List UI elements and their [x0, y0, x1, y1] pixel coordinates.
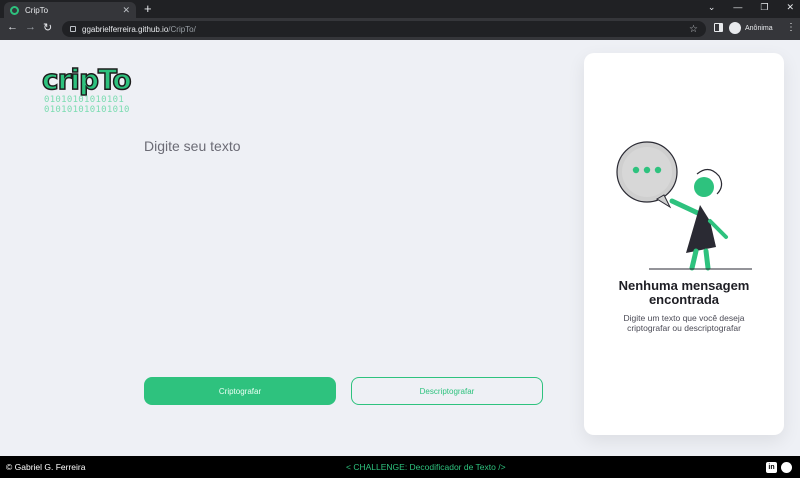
footer: © Gabriel G. Ferreira < CHALLENGE: Decod… — [0, 456, 800, 478]
forward-arrow-icon[interactable]: → — [25, 21, 36, 33]
back-arrow-icon[interactable]: ← — [7, 21, 18, 33]
address-bar: ← → ↻ ggabrielferreira.github.io/CripTo/… — [0, 18, 800, 40]
footer-author: © Gabriel G. Ferreira — [6, 462, 86, 472]
linkedin-icon[interactable]: in — [766, 461, 777, 473]
close-window-icon[interactable]: ✕ — [786, 2, 794, 13]
footer-social-links: in — [766, 461, 792, 473]
url-text: ggabrielferreira.github.io/CripTo/ — [82, 25, 689, 34]
lock-icon — [70, 26, 76, 32]
footer-challenge: < CHALLENGE: Decodificador de Texto /> — [346, 462, 506, 472]
star-icon[interactable]: ☆ — [689, 24, 698, 35]
encrypt-button[interactable]: Criptografar — [144, 377, 336, 405]
logo-binary-line-2: 010101010101010 — [44, 105, 130, 115]
speech-bubble-icon — [616, 141, 678, 209]
reload-icon[interactable]: ↻ — [43, 21, 52, 34]
tab-title: CripTo — [25, 5, 49, 15]
github-icon[interactable] — [781, 461, 792, 473]
empty-state-title: Nenhuma mensagem encontrada — [618, 278, 750, 307]
browser-tab[interactable]: CripTo ✕ — [4, 2, 136, 18]
decrypt-button[interactable]: Descriptografar — [351, 377, 543, 405]
empty-state-description: Digite um texto que você deseja criptogr… — [623, 313, 745, 333]
incognito-icon — [729, 22, 741, 34]
tab-favicon-icon — [10, 5, 19, 15]
text-input[interactable] — [144, 138, 544, 358]
profile-label: Anônima — [745, 24, 773, 32]
minimize-icon[interactable]: — — [733, 2, 742, 13]
new-tab-button[interactable]: + — [144, 1, 152, 16]
browser-titlebar: CripTo ✕ + ⌄ — ❐ ✕ — [0, 0, 800, 18]
empty-state-illustration — [616, 141, 752, 271]
side-panel-icon[interactable] — [714, 23, 723, 32]
logo: cripTo 01010101010101 010101010101010 — [41, 63, 138, 115]
window-controls: ⌄ — ❐ ✕ — [708, 2, 794, 13]
logo-binary-line-1: 01010101010101 — [44, 95, 125, 105]
kebab-menu-icon[interactable]: ⋮ — [786, 22, 796, 33]
url-host: ggabrielferreira.github.io — [82, 24, 169, 34]
tab-search-icon[interactable]: ⌄ — [708, 2, 716, 13]
tab-close-icon[interactable]: ✕ — [122, 5, 130, 16]
url-path: /CripTo/ — [168, 24, 196, 34]
profile-button[interactable]: Anônima — [729, 22, 773, 34]
restore-icon[interactable]: ❐ — [760, 2, 768, 13]
logo-text: cripTo — [41, 63, 132, 96]
url-omnibox[interactable]: ggabrielferreira.github.io/CripTo/ ☆ — [62, 21, 706, 37]
page-content: cripTo 01010101010101 010101010101010 Cr… — [0, 40, 800, 456]
result-panel: Nenhuma mensagem encontrada Digite um te… — [584, 53, 784, 435]
